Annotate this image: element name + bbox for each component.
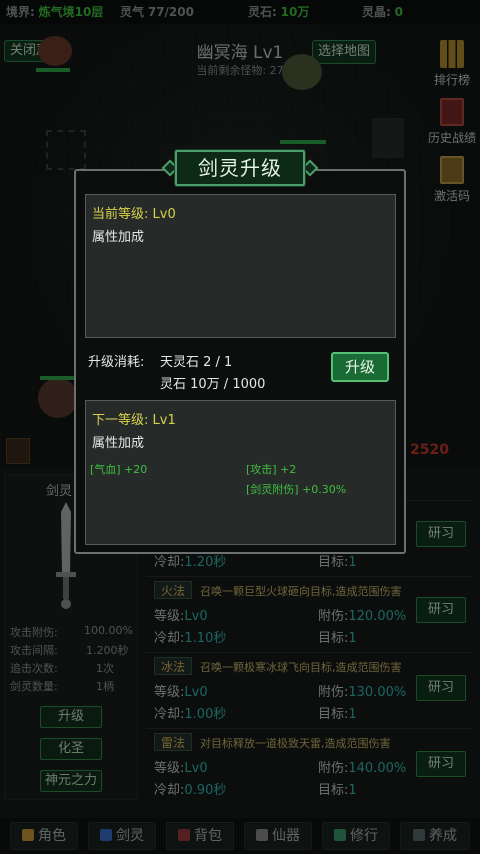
cost-label: 升级消耗: bbox=[88, 355, 145, 370]
cost-spirit-stone: 灵石 10万 / 1000 bbox=[160, 377, 266, 392]
next-level-box: 下一等级: Lv1 属性加成 [气血] +20 [攻击] +2 [剑灵附伤] +… bbox=[85, 400, 396, 545]
next-level: 下一等级: Lv1 bbox=[92, 413, 176, 428]
current-bonus-label: 属性加成 bbox=[92, 230, 145, 245]
current-level: 当前等级: Lv0 bbox=[92, 207, 176, 222]
dialog-title-frame: 剑灵升级 bbox=[174, 149, 306, 187]
effect-hp: [气血] +20 bbox=[90, 463, 148, 476]
effect-attack: [攻击] +2 bbox=[246, 463, 297, 476]
cost-heaven-stone: 天灵石 2 / 1 bbox=[160, 355, 233, 370]
effect-spirit-damage: [剑灵附伤] +0.30% bbox=[246, 483, 347, 496]
next-bonus-label: 属性加成 bbox=[92, 436, 145, 451]
current-level-box: 当前等级: Lv0 属性加成 bbox=[85, 194, 396, 338]
dialog-title: 剑灵升级 bbox=[198, 156, 282, 180]
confirm-upgrade-button[interactable]: 升级 bbox=[331, 352, 389, 382]
